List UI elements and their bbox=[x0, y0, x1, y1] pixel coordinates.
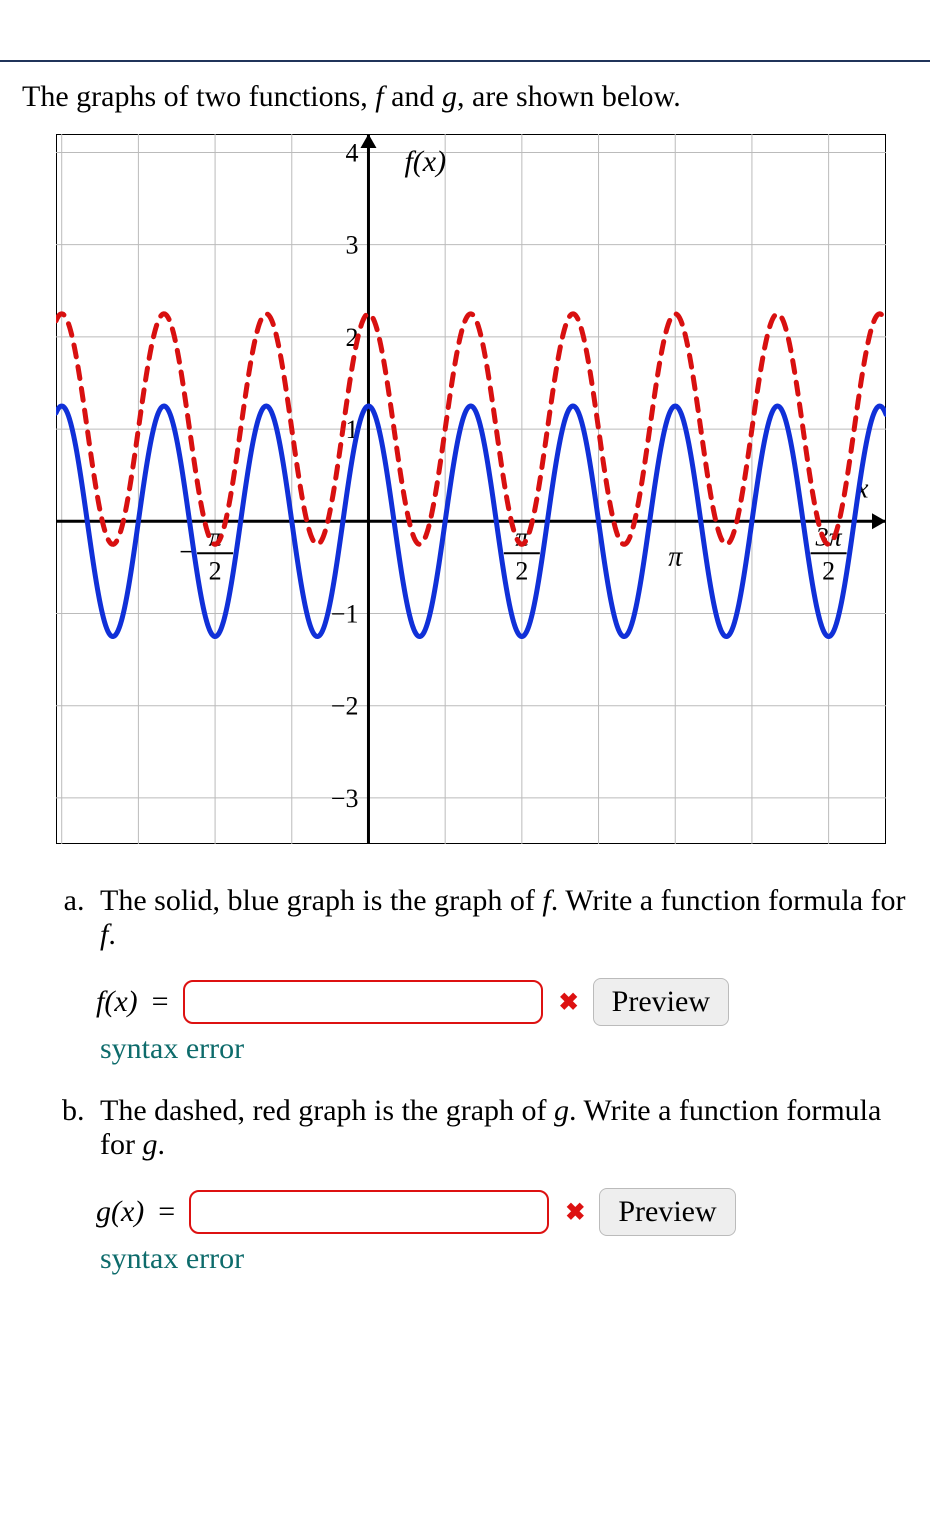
svg-text:f(x): f(x) bbox=[404, 145, 446, 178]
chart-svg: −3−2−11234−π2π2π3π2xf(x) bbox=[56, 134, 886, 844]
chart: −3−2−11234−π2π2π3π2xf(x) bbox=[56, 134, 886, 844]
part-a-input[interactable] bbox=[183, 980, 543, 1024]
wrong-icon: ✖ bbox=[559, 1198, 589, 1227]
part-b-text: The dashed, red graph is the graph of g.… bbox=[100, 1094, 881, 1161]
equals-sign: = bbox=[150, 985, 173, 1019]
part-b-input[interactable] bbox=[189, 1190, 549, 1234]
svg-text:−1: −1 bbox=[331, 599, 359, 628]
svg-text:−2: −2 bbox=[331, 692, 359, 721]
part-a-lhs: f(x) bbox=[96, 985, 140, 1019]
part-b-answer-row: g(x) = ✖ Preview bbox=[96, 1188, 908, 1236]
preview-button-b[interactable]: Preview bbox=[599, 1188, 735, 1236]
svg-text:2: 2 bbox=[209, 556, 222, 585]
svg-text:3: 3 bbox=[345, 231, 358, 260]
question-prompt: The graphs of two functions, f and g, ar… bbox=[22, 80, 908, 114]
part-b-lhs: g(x) bbox=[96, 1195, 146, 1229]
part-b-error: syntax error bbox=[100, 1242, 908, 1276]
svg-text:4: 4 bbox=[345, 138, 358, 167]
svg-text:−3: −3 bbox=[331, 784, 359, 813]
svg-text:π: π bbox=[668, 541, 683, 572]
equals-sign: = bbox=[156, 1195, 179, 1229]
part-b: The dashed, red graph is the graph of g.… bbox=[92, 1094, 908, 1276]
divider bbox=[0, 60, 930, 62]
svg-text:π: π bbox=[515, 522, 529, 551]
part-a-error: syntax error bbox=[100, 1032, 908, 1066]
preview-button-a[interactable]: Preview bbox=[593, 978, 729, 1026]
part-a: The solid, blue graph is the graph of f.… bbox=[92, 884, 908, 1066]
svg-text:2: 2 bbox=[515, 556, 528, 585]
part-a-text: The solid, blue graph is the graph of f.… bbox=[100, 884, 906, 951]
question-container: The graphs of two functions, f and g, ar… bbox=[0, 80, 930, 1334]
part-a-answer-row: f(x) = ✖ Preview bbox=[96, 978, 908, 1026]
parts-list: The solid, blue graph is the graph of f.… bbox=[22, 884, 908, 1276]
wrong-icon: ✖ bbox=[553, 988, 583, 1017]
svg-text:2: 2 bbox=[822, 556, 835, 585]
